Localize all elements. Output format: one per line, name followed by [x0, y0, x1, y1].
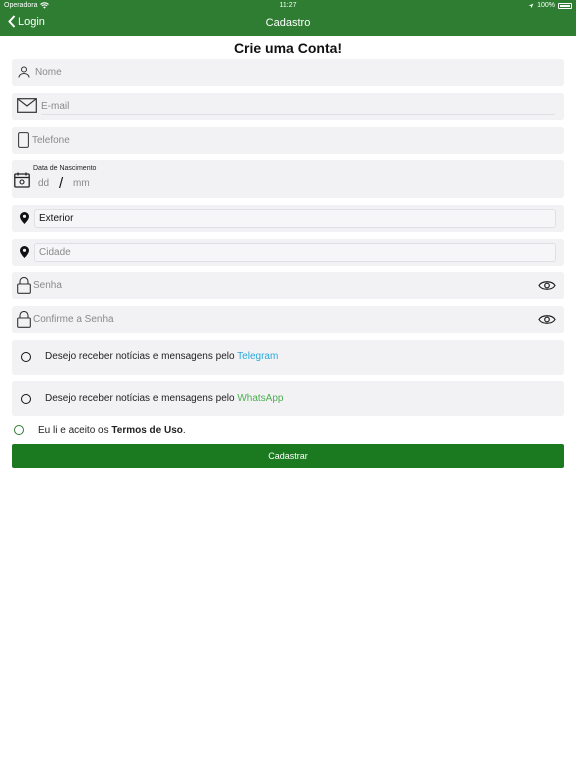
- password-field[interactable]: Senha: [12, 272, 564, 299]
- email-input-box: [40, 97, 556, 115]
- country-input-box: [34, 209, 556, 228]
- confirm-password-field[interactable]: Confirme a Senha: [12, 306, 564, 333]
- whatsapp-optin-row[interactable]: Desejo receber notícias e mensagens pelo…: [12, 381, 564, 416]
- phone-icon: [18, 132, 29, 148]
- password-placeholder: Senha: [33, 280, 62, 291]
- city-placeholder: Cidade: [39, 247, 71, 258]
- map-pin-icon: [20, 212, 29, 224]
- terms-suffix: .: [182, 424, 186, 436]
- top-bar: Operadora 11:27 100% Login Cadastro: [0, 0, 576, 36]
- phone-field[interactable]: Telefone: [12, 127, 564, 154]
- whatsapp-optin-label: Desejo receber notícias e mensagens pelo…: [45, 393, 283, 404]
- battery-status: 100%: [528, 2, 572, 9]
- phone-placeholder: Telefone: [32, 135, 70, 146]
- nav-title: Cadastro: [265, 17, 311, 29]
- birth-date-field[interactable]: Data de Nascimento dd / mm: [12, 160, 564, 198]
- birth-month-input[interactable]: mm: [73, 178, 90, 189]
- terms-radio[interactable]: [14, 425, 24, 435]
- name-placeholder: Nome: [35, 67, 62, 78]
- user-icon: [18, 66, 30, 78]
- status-bar: Operadora 11:27 100%: [0, 0, 576, 12]
- map-pin-icon: [20, 246, 29, 258]
- register-button[interactable]: Cadastrar: [12, 444, 564, 468]
- telegram-optin-radio[interactable]: [21, 352, 31, 362]
- lock-icon: [17, 311, 31, 328]
- telegram-optin-label: Desejo receber notícias e mensagens pelo…: [45, 351, 278, 362]
- country-value: Exterior: [39, 213, 74, 224]
- terms-link[interactable]: Termos de Uso: [111, 425, 183, 436]
- telegram-optin-row[interactable]: Desejo receber notícias e mensagens pelo…: [12, 340, 564, 375]
- date-separator: /: [59, 175, 64, 192]
- nav-bar: Login Cadastro: [0, 13, 576, 35]
- status-time: 11:27: [279, 2, 297, 9]
- birth-date-label: Data de Nascimento: [33, 165, 97, 172]
- location-arrow-icon: [528, 3, 534, 8]
- name-field[interactable]: Nome: [12, 59, 564, 86]
- calendar-icon: [14, 172, 30, 188]
- telegram-link[interactable]: Telegram: [237, 351, 278, 362]
- eye-icon[interactable]: [538, 314, 556, 325]
- envelope-icon: [17, 98, 37, 113]
- birth-day-input[interactable]: dd: [38, 178, 49, 189]
- whatsapp-link[interactable]: WhatsApp: [237, 393, 283, 404]
- terms-row: Eu li e aceito os Termos de Uso.: [14, 423, 186, 437]
- lock-icon: [17, 277, 31, 294]
- eye-icon[interactable]: [538, 280, 556, 291]
- city-input-box: [34, 243, 556, 262]
- confirm-password-placeholder: Confirme a Senha: [33, 314, 114, 325]
- city-field[interactable]: Cidade: [12, 239, 564, 266]
- whatsapp-optin-text: Desejo receber notícias e mensagens pelo: [45, 393, 238, 404]
- battery-percent: 100%: [537, 2, 555, 9]
- email-placeholder: E-mail: [41, 101, 70, 112]
- telegram-optin-text: Desejo receber notícias e mensagens pelo: [45, 351, 238, 362]
- email-field[interactable]: E-mail: [12, 93, 564, 120]
- whatsapp-optin-radio[interactable]: [21, 394, 31, 404]
- terms-prefix: Eu li e aceito os: [38, 424, 109, 436]
- country-field[interactable]: Exterior: [12, 205, 564, 232]
- page-title: Crie uma Conta!: [233, 40, 343, 56]
- battery-icon: [558, 2, 572, 9]
